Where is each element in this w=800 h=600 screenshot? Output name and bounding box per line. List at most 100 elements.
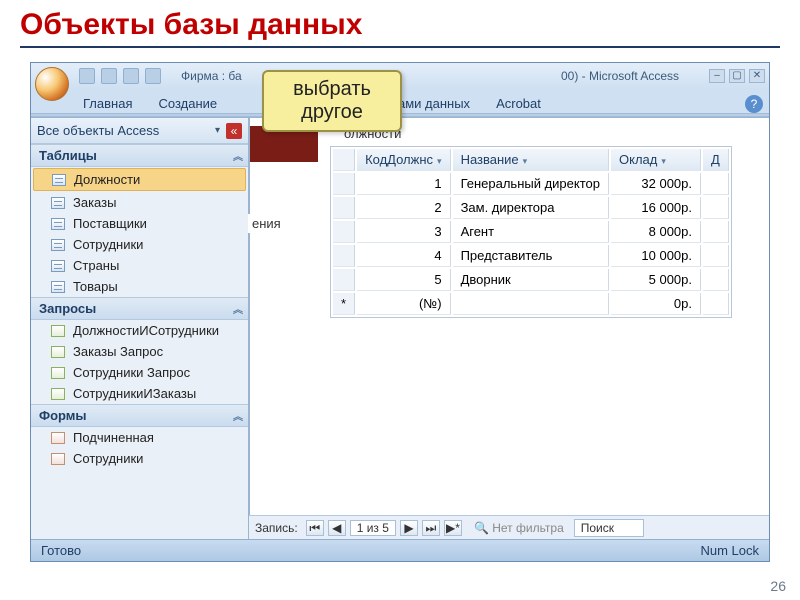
- save-icon[interactable]: [79, 68, 95, 84]
- page-number: 26: [770, 578, 786, 594]
- tab-home[interactable]: Главная: [79, 94, 136, 113]
- quick-access-toolbar: [79, 68, 161, 84]
- callout-line1: выбрать: [272, 78, 392, 101]
- data-grid[interactable]: КодДолжнс▾ Название▾ Оклад▾ Д 1Генеральн…: [330, 146, 732, 318]
- status-numlock: Num Lock: [700, 543, 759, 558]
- group-tables-label: Таблицы: [39, 148, 97, 163]
- table-item-postavshchiki[interactable]: Поставщики: [31, 213, 248, 234]
- query-item-2[interactable]: Сотрудники Запрос: [31, 362, 248, 383]
- new-record-button[interactable]: ▶*: [444, 520, 462, 536]
- table-row[interactable]: 3Агент8 000р.: [333, 221, 729, 243]
- chevron-down-icon[interactable]: ▾: [523, 156, 528, 166]
- query-item-1[interactable]: Заказы Запрос: [31, 341, 248, 362]
- slide-title: Объекты базы данных: [0, 0, 800, 46]
- group-forms[interactable]: Формы ︽: [31, 404, 248, 427]
- list-item-label: Заказы Запрос: [73, 344, 163, 359]
- table-icon: [51, 260, 65, 272]
- col-extra[interactable]: Д: [703, 149, 729, 171]
- chevron-down-icon[interactable]: ▾: [661, 156, 666, 166]
- first-record-button[interactable]: ⏮: [306, 520, 324, 536]
- navpane-header[interactable]: Все объекты Access ▾ «: [31, 118, 248, 144]
- group-forms-label: Формы: [39, 408, 87, 423]
- list-item-label: Сотрудники: [73, 451, 143, 466]
- occluded-text-frag: ения: [248, 214, 285, 233]
- window-controls: – ▢ ✕: [709, 69, 765, 83]
- table-item-sotrudniki[interactable]: Сотрудники: [31, 234, 248, 255]
- list-item-label: Подчиненная: [73, 430, 154, 445]
- table-icon: [51, 239, 65, 251]
- group-queries-label: Запросы: [39, 301, 96, 316]
- access-window: Фирма : ба 00) - Microsoft Access – ▢ ✕ …: [30, 62, 770, 562]
- form-item-1[interactable]: Сотрудники: [31, 448, 248, 469]
- recnav-label: Запись:: [255, 521, 298, 535]
- group-queries[interactable]: Запросы ︽: [31, 297, 248, 320]
- title-right-frag: 00) - Microsoft Access: [561, 69, 679, 83]
- title-rule: [20, 46, 780, 48]
- callout-line2: другое: [272, 101, 392, 124]
- query-item-3[interactable]: СотрудникиИЗаказы: [31, 383, 248, 404]
- maximize-button[interactable]: ▢: [729, 69, 745, 83]
- record-navigator: Запись: ⏮ ◀ 1 из 5 ▶ ⏭ ▶* 🔍 Нет фильтра …: [249, 515, 769, 539]
- list-item-label: Должности: [74, 172, 140, 187]
- table-row[interactable]: 4Представитель10 000р.: [333, 245, 729, 267]
- status-left: Готово: [41, 543, 81, 558]
- minimize-button[interactable]: –: [709, 69, 725, 83]
- group-tables[interactable]: Таблицы ︽: [31, 144, 248, 167]
- new-row[interactable]: *(№)0р.: [333, 293, 729, 315]
- navigation-pane: Все объекты Access ▾ « Таблицы ︽ Должнос…: [31, 118, 249, 539]
- query-icon: [51, 388, 65, 400]
- query-icon: [51, 367, 65, 379]
- navpane-header-label: Все объекты Access: [37, 123, 159, 138]
- table-item-dolzhnosti[interactable]: Должности: [33, 168, 246, 191]
- redo-icon[interactable]: [123, 68, 139, 84]
- table-item-strany[interactable]: Страны: [31, 255, 248, 276]
- qat-dropdown-icon[interactable]: [145, 68, 161, 84]
- table-item-tovary[interactable]: Товары: [31, 276, 248, 297]
- table-row[interactable]: 5Дворник5 000р.: [333, 269, 729, 291]
- list-item-label: Сотрудники: [73, 237, 143, 252]
- collapse-group-icon[interactable]: ︽: [233, 301, 240, 316]
- row-selector-header[interactable]: [333, 149, 355, 171]
- col-id[interactable]: КодДолжнс▾: [357, 149, 451, 171]
- list-item-label: Поставщики: [73, 216, 147, 231]
- prev-record-button[interactable]: ◀: [328, 520, 346, 536]
- table-icon: [52, 174, 66, 186]
- table-icon: [51, 218, 65, 230]
- chevron-down-icon[interactable]: ▾: [437, 156, 442, 166]
- datasheet-view: олжности ения КодДолжнс▾ Название▾ Оклад…: [249, 118, 769, 515]
- tab-create[interactable]: Создание: [154, 94, 221, 113]
- next-record-button[interactable]: ▶: [400, 520, 418, 536]
- status-bar: Готово Num Lock: [31, 539, 769, 561]
- form-icon: [51, 432, 65, 444]
- document-area: олжности ения КодДолжнс▾ Название▾ Оклад…: [249, 118, 769, 539]
- query-item-0[interactable]: ДолжностиИСотрудники: [31, 320, 248, 341]
- list-item-label: СотрудникиИЗаказы: [73, 386, 196, 401]
- record-position[interactable]: 1 из 5: [350, 520, 396, 536]
- office-button[interactable]: [35, 67, 69, 101]
- list-item-label: Заказы: [73, 195, 116, 210]
- table-row[interactable]: 1Генеральный директор32 000р.: [333, 173, 729, 195]
- form-item-0[interactable]: Подчиненная: [31, 427, 248, 448]
- col-salary[interactable]: Оклад▾: [611, 149, 701, 171]
- table-icon: [51, 197, 65, 209]
- search-input[interactable]: Поиск: [574, 519, 644, 537]
- undo-icon[interactable]: [101, 68, 117, 84]
- table-item-zakazy[interactable]: Заказы: [31, 192, 248, 213]
- close-button[interactable]: ✕: [749, 69, 765, 83]
- query-icon: [51, 346, 65, 358]
- last-record-button[interactable]: ⏭: [422, 520, 440, 536]
- filter-indicator[interactable]: 🔍 Нет фильтра: [474, 521, 564, 535]
- list-item-label: Сотрудники Запрос: [73, 365, 190, 380]
- tab-acrobat[interactable]: Acrobat: [492, 94, 545, 113]
- collapse-group-icon[interactable]: ︽: [233, 148, 240, 163]
- list-item-label: Товары: [73, 279, 118, 294]
- header-row: КодДолжнс▾ Название▾ Оклад▾ Д: [333, 149, 729, 171]
- callout-note: выбрать другое: [262, 70, 402, 132]
- help-icon[interactable]: ?: [745, 95, 763, 113]
- col-name[interactable]: Название▾: [453, 149, 609, 171]
- collapse-pane-icon[interactable]: «: [226, 123, 242, 139]
- chevron-down-icon[interactable]: ▾: [215, 125, 220, 136]
- collapse-group-icon[interactable]: ︽: [233, 408, 240, 423]
- table-row[interactable]: 2Зам. директора16 000р.: [333, 197, 729, 219]
- table-icon: [51, 281, 65, 293]
